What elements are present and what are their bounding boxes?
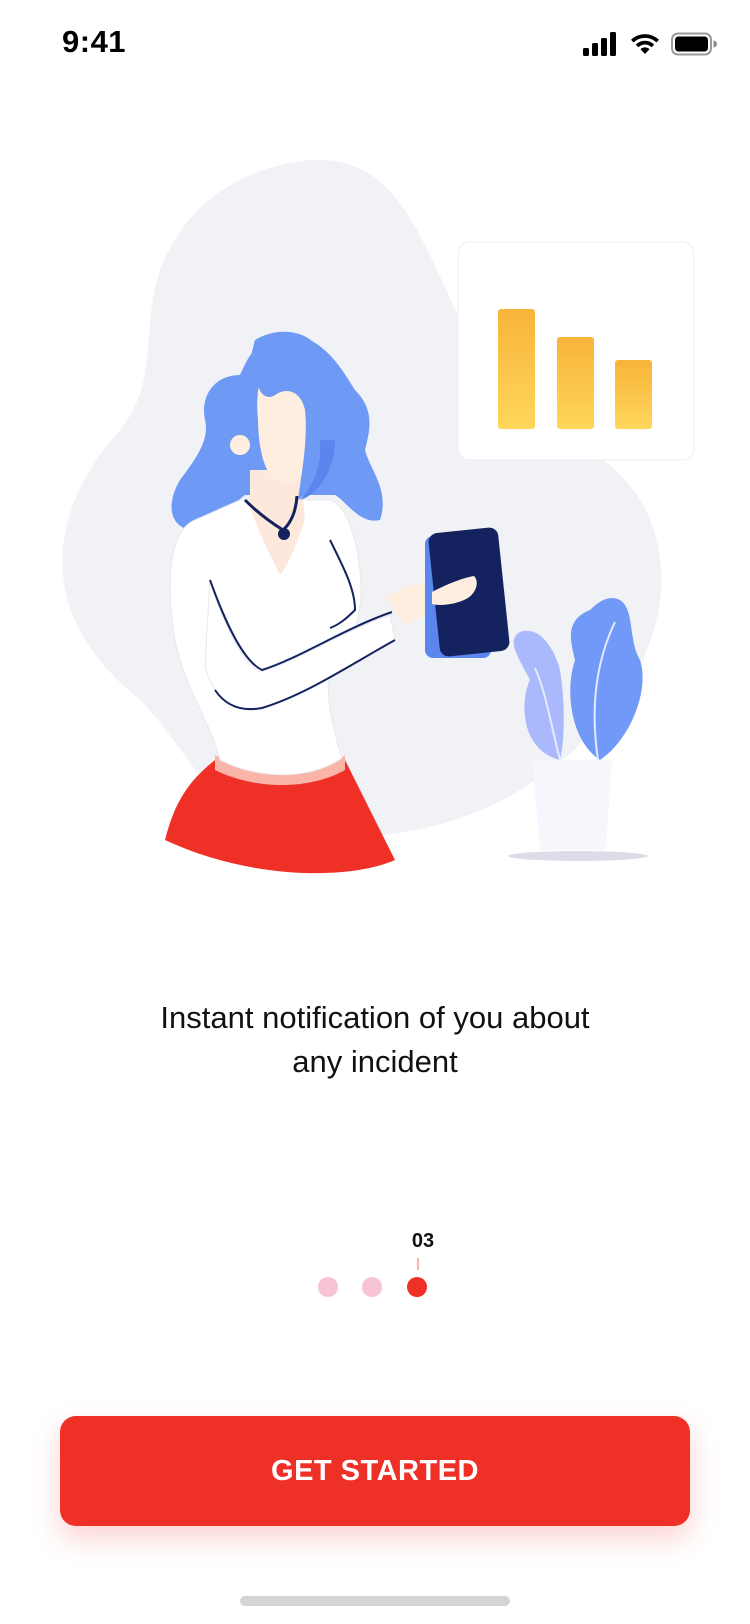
onboarding-illustration <box>62 159 695 874</box>
page-number-tick <box>417 1258 419 1270</box>
chart-bar-1 <box>498 309 535 429</box>
page-dot-2[interactable] <box>362 1277 382 1297</box>
caption-line-2: any incident <box>292 1044 458 1079</box>
caption-line-1: Instant notification of you about <box>160 1000 590 1035</box>
chart-bar-3 <box>615 360 652 429</box>
get-started-button[interactable]: GET STARTED <box>60 1416 690 1526</box>
page-dot-1[interactable] <box>318 1277 338 1297</box>
page-dot-3-active[interactable] <box>407 1277 427 1297</box>
page-number: 03 <box>411 1230 435 1252</box>
home-indicator <box>240 1596 510 1606</box>
potted-plant <box>508 598 648 861</box>
page-indicator: 03 <box>0 1220 750 1300</box>
chart-bar-2 <box>557 337 594 429</box>
onboarding-caption: Instant notification of you about any in… <box>100 996 650 1084</box>
bar-chart-card <box>457 241 695 461</box>
